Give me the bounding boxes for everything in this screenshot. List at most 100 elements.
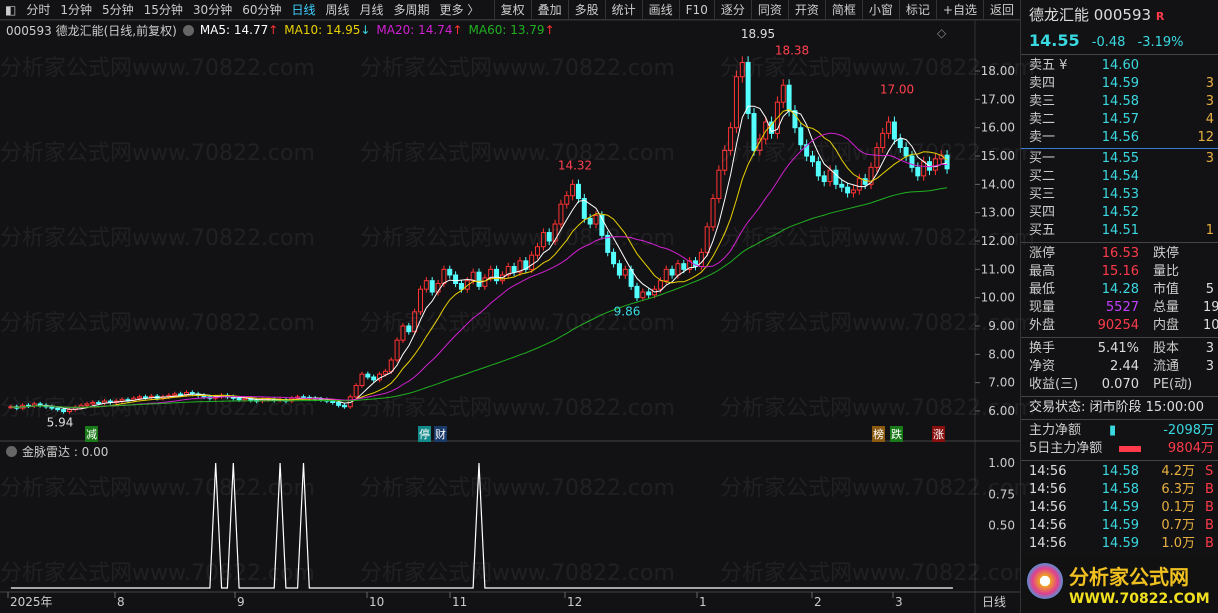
candle-body xyxy=(242,397,248,401)
indicator-label: 金脉雷达 : 0.00 xyxy=(22,445,109,459)
toolbar-button[interactable]: 简框 xyxy=(824,0,862,20)
signal-marker[interactable]: 停 xyxy=(418,426,431,442)
candle-body xyxy=(798,127,804,146)
asks-row: 卖一 14.56 12 xyxy=(1029,130,1214,145)
candle-body xyxy=(511,266,517,273)
y-tick-label: 9.00 xyxy=(988,319,1015,333)
layout-toggle-icon[interactable]: ◧ xyxy=(0,3,21,17)
indicator-header: 金脉雷达 : 0.00 xyxy=(6,443,108,460)
period-tab[interactable]: 15分钟 xyxy=(139,1,188,18)
candle-body xyxy=(172,393,178,396)
toolbar-button[interactable]: 画线 xyxy=(641,0,679,20)
period-tab[interactable]: 多周期 xyxy=(389,1,435,18)
stock-name-code: 德龙汇能 000593 xyxy=(1029,6,1152,24)
y-tick-label: 7.00 xyxy=(988,376,1015,390)
ask-book: 卖五 ¥14.60 卖四 14.59 3 卖三 14.58 3 卖二 14.57 4 卖一 14.56… xyxy=(1021,57,1218,147)
tick-row: 14:56 14.59 0.7万 B xyxy=(1029,518,1214,533)
candle-body xyxy=(839,183,845,188)
indicator-y-tick: 0.75 xyxy=(988,487,1015,501)
candle-body xyxy=(96,402,102,405)
y-tick-label: 18.00 xyxy=(981,64,1015,78)
period-tab[interactable]: 30分钟 xyxy=(188,1,237,18)
period-tab[interactable]: 5分钟 xyxy=(97,1,139,18)
candle-body xyxy=(675,263,681,276)
indicator-y-tick: 1.00 xyxy=(988,456,1015,470)
candle-body xyxy=(622,268,628,276)
candle-body xyxy=(558,203,564,225)
period-tab[interactable]: 1分钟 xyxy=(55,1,97,18)
candle-body xyxy=(49,406,55,409)
candle-body xyxy=(663,268,669,282)
candle-body xyxy=(540,232,546,248)
candle-body xyxy=(66,409,72,413)
candle-body xyxy=(371,376,377,381)
candle-body xyxy=(529,254,535,270)
period-tab[interactable]: 周线 xyxy=(321,1,355,18)
toolbar-button[interactable]: 叠加 xyxy=(530,0,568,20)
candle-body xyxy=(722,149,728,171)
candle-body xyxy=(944,154,950,170)
toolbar-button[interactable]: F10 xyxy=(678,0,714,20)
signal-marker[interactable]: 跌 xyxy=(890,426,903,442)
candle-body xyxy=(382,370,388,375)
candle-body xyxy=(570,183,576,197)
signal-marker[interactable]: 财 xyxy=(434,426,447,442)
last-price: 14.55 xyxy=(1029,31,1080,50)
logo-name: 分析家公式网 xyxy=(1069,565,1189,589)
stat-row: 外盘 90254 内盘 10 xyxy=(1029,318,1218,333)
main-net5-row: 5日主力净额 9804万 xyxy=(1029,441,1214,456)
candle-body xyxy=(897,138,903,149)
stat-row: 换手 5.41% 股本 3 xyxy=(1029,341,1214,356)
trading-status: 交易状态: 闭市阶段 15:00:00 xyxy=(1029,400,1205,415)
toolbar-button[interactable]: 复权 xyxy=(493,0,531,20)
toolbar-button[interactable]: 同资 xyxy=(750,0,788,20)
bids-row: 买一 14.55 3 xyxy=(1029,151,1214,166)
toolbar-button[interactable]: +自选 xyxy=(935,0,983,20)
toolbar-button[interactable]: 逐分 xyxy=(713,0,751,20)
y-tick-label: 17.00 xyxy=(981,92,1015,106)
signal-marker[interactable]: 涨 xyxy=(932,426,945,442)
indicator-collapse-icon[interactable] xyxy=(6,446,17,457)
candle-body xyxy=(441,268,447,285)
candle-body xyxy=(880,132,886,149)
candle-body xyxy=(646,291,652,296)
period-tab[interactable]: 分时 xyxy=(21,1,55,18)
bid-book: 买一 14.55 3 买二 14.54 买三 14.53 买四 14.52 买五 14.51 1 xyxy=(1021,150,1218,240)
flower-logo-icon xyxy=(1027,563,1063,599)
toolbar-button[interactable]: 返回 xyxy=(982,0,1020,20)
price-annotation: 5.94 xyxy=(47,416,74,430)
candle-body xyxy=(353,385,359,398)
period-tab[interactable]: 日线 xyxy=(286,1,320,18)
candle-body xyxy=(394,339,400,361)
y-tick-label: 14.00 xyxy=(981,177,1015,191)
toolbar-button[interactable]: 小窗 xyxy=(861,0,899,20)
period-tab[interactable]: 更多 〉 xyxy=(435,1,485,18)
kline-chart[interactable]: ◇18.0017.0016.0015.0014.0013.0012.0011.0… xyxy=(0,20,1020,613)
candle-body xyxy=(669,268,675,276)
x-tick-label: 11 xyxy=(452,595,467,609)
candle-body xyxy=(856,178,862,191)
period-tab[interactable]: 60分钟 xyxy=(237,1,286,18)
candle-body xyxy=(681,263,687,270)
indicator-y-tick: 0.50 xyxy=(988,519,1015,533)
toolbar-button[interactable]: 开资 xyxy=(787,0,825,20)
diamond-icon: ◇ xyxy=(937,26,947,40)
toolbar-button[interactable]: 标记 xyxy=(898,0,936,20)
candle-body xyxy=(903,147,909,157)
signal-marker[interactable]: 榜 xyxy=(872,426,885,442)
bids-row: 买三 14.53 xyxy=(1029,187,1139,202)
tick-list[interactable]: 14:56 14.58 4.2万 S 14:56 14.58 6.3万 B 14:56 14.59… xyxy=(1021,463,1218,553)
price-change-pct: -3.19% xyxy=(1137,35,1184,50)
candle-body xyxy=(482,277,488,287)
candle-body xyxy=(359,373,365,387)
candle-body xyxy=(815,161,821,177)
candle-body xyxy=(780,84,786,103)
toolbar-button[interactable]: 多股 xyxy=(567,0,605,20)
price-annotation: 18.95 xyxy=(741,27,775,41)
period-tab[interactable]: 月线 xyxy=(355,1,389,18)
candle-body xyxy=(400,325,406,341)
signal-marker[interactable]: 减 xyxy=(85,426,98,442)
price-annotation: 14.32 xyxy=(558,158,592,172)
site-logo: 分析家公式网 WWW.70822.COM xyxy=(1021,555,1218,613)
toolbar-button[interactable]: 统计 xyxy=(604,0,642,20)
